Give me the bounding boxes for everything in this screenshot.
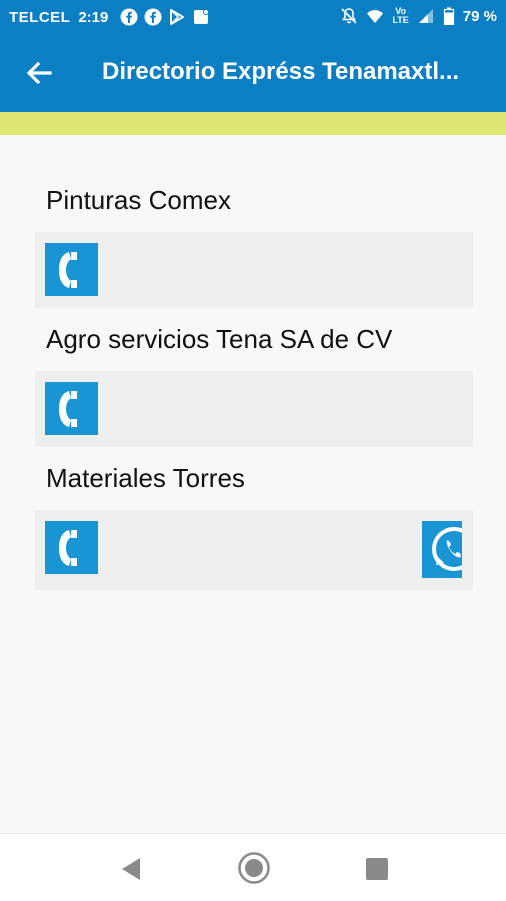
phone-icon: [45, 382, 98, 435]
business-name: Pinturas Comex: [46, 185, 231, 215]
contact-actions-row: [35, 510, 473, 590]
page-title: Directorio Expréss Tenamaxtl...: [102, 58, 460, 85]
clock: 2:19: [78, 8, 109, 26]
business-name: Agro servicios Tena SA de CV: [46, 324, 393, 354]
system-nav-bar: [0, 833, 506, 901]
battery-percent: 79 %: [462, 7, 497, 25]
whatsapp-icon: [422, 521, 462, 578]
nav-home-button[interactable]: [237, 851, 271, 885]
whatsapp-button[interactable]: [422, 521, 462, 578]
facebook-icon: [144, 8, 162, 26]
call-button[interactable]: [45, 382, 98, 435]
accent-strip: [0, 112, 506, 135]
recents-square-icon: [366, 858, 388, 880]
play-store-icon: [170, 9, 185, 25]
phone-icon: [45, 521, 98, 574]
business-name: Materiales Torres: [46, 463, 245, 493]
battery-icon: [443, 7, 454, 25]
app-bar: Directorio Expréss Tenamaxtl...: [0, 34, 506, 112]
status-bar: TELCEL 2:19 Vo LTE 79 %: [0, 0, 506, 34]
back-arrow-icon: [26, 61, 52, 85]
status-bar-right: Vo LTE 79 %: [340, 7, 497, 25]
contact-actions-row: [35, 371, 473, 447]
back-triangle-icon: [122, 858, 140, 880]
contact-actions-row: [35, 232, 473, 308]
signal-icon: [418, 9, 433, 23]
nav-recents-button[interactable]: [361, 854, 391, 884]
nav-back-button[interactable]: [116, 854, 146, 884]
call-button[interactable]: [45, 243, 98, 296]
call-button[interactable]: [45, 521, 98, 574]
volte-indicator: Vo LTE: [392, 7, 408, 25]
mute-bell-icon: [341, 8, 358, 24]
phone-icon: [45, 243, 98, 296]
back-arrow-button[interactable]: [22, 56, 56, 90]
carrier-label: TELCEL: [9, 8, 71, 26]
volte-bottom: LTE: [392, 15, 409, 25]
status-bar-left: TELCEL 2:19: [9, 8, 210, 26]
home-circle-icon: [238, 852, 270, 884]
facebook-icon: [120, 8, 138, 26]
wifi-icon: [367, 10, 384, 23]
directory-list: Pinturas Comex Agro servicios Tena SA de…: [0, 135, 506, 833]
notification-square-icon: [194, 9, 210, 24]
